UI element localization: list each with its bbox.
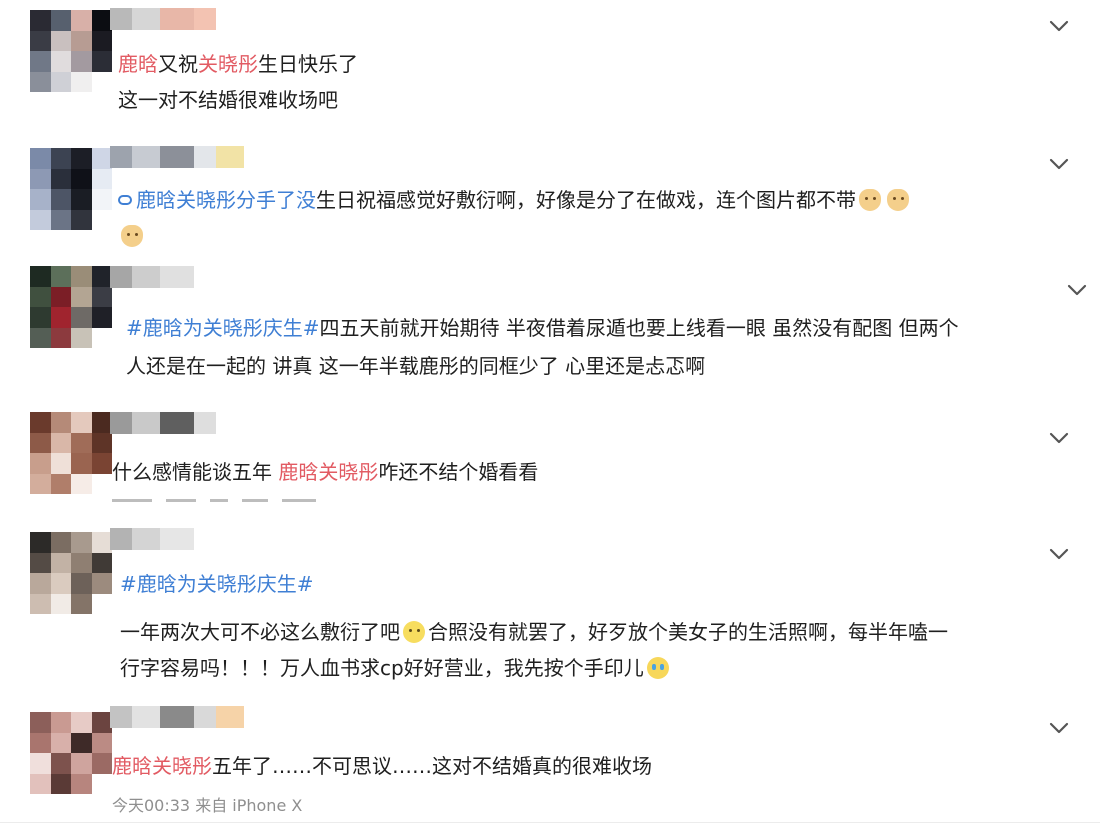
chevron-down-icon[interactable] — [1048, 156, 1070, 170]
comment-text-line: #鹿晗为关晓彤庆生# — [120, 566, 314, 602]
comment-card: #鹿晗为关晓彤庆生#四五天前就开始期待 半夜借着尿遁也要上线看一眼 虽然没有配图… — [0, 254, 1100, 397]
comment-text-line: #鹿晗为关晓彤庆生#四五天前就开始期待 半夜借着尿遁也要上线看一眼 虽然没有配图… — [126, 310, 959, 346]
username-blurred[interactable] — [110, 8, 216, 30]
avatar[interactable] — [30, 532, 112, 614]
topic-link[interactable]: 鹿晗关晓彤分手了没 — [136, 188, 316, 212]
cat-face-emoji — [887, 189, 909, 211]
avatar[interactable] — [30, 712, 112, 794]
comment-text: 生日祝福感觉好敷衍啊，好像是分了在做戏，连个图片都不带 — [316, 188, 856, 212]
cat-face-emoji — [859, 189, 881, 211]
keyword-highlight[interactable]: 鹿晗 — [118, 52, 158, 76]
keyword-highlight[interactable]: 鹿晗关晓彤 — [278, 460, 378, 484]
username-blurred[interactable] — [110, 706, 244, 728]
avatar[interactable] — [30, 10, 112, 92]
avatar[interactable] — [30, 266, 112, 348]
hashtag-link[interactable]: #鹿晗为关晓彤庆生# — [126, 316, 320, 340]
comment-card: 鹿晗关晓彤分手了没生日祝福感觉好敷衍啊，好像是分了在做戏，连个图片都不带 — [0, 128, 1100, 255]
comment-text-line — [118, 218, 146, 254]
comment-text: 合照没有就罢了，好歹放个美女子的生活照啊，每半年嗑一 — [428, 620, 948, 644]
link-icon — [118, 195, 132, 205]
username-blurred[interactable] — [110, 528, 194, 550]
comment-text-line: 这一对不结婚很难收场吧 — [118, 82, 338, 118]
chevron-down-icon[interactable] — [1048, 720, 1070, 734]
comment-text: 这一对不结婚很难收场吧 — [118, 88, 338, 112]
comment-text: 咋还不结个婚看看 — [378, 460, 539, 484]
username-blurred[interactable] — [110, 412, 216, 434]
comment-text-line: 行字容易吗！！！万人血书求cp好好营业，我先按个手印儿 — [120, 650, 672, 686]
comment-text-line: 什么感情能谈五年 鹿晗关晓彤咋还不结个婚看看 — [112, 454, 538, 490]
keyword-highlight[interactable]: 关晓彤 — [198, 52, 258, 76]
avatar[interactable] — [30, 412, 112, 494]
hashtag-link[interactable]: #鹿晗为关晓彤庆生# — [120, 572, 314, 596]
comment-card: 鹿晗又祝关晓彤生日快乐了这一对不结婚很难收场吧 — [0, 0, 1100, 129]
comment-text: 生日快乐了 — [258, 52, 358, 76]
username-blurred[interactable] — [110, 146, 244, 168]
cut-off-text-line — [112, 495, 316, 505]
comment-text: 人还是在一起的 讲真 这一年半载鹿彤的同框少了 心里还是忐忑啊 — [126, 354, 706, 378]
comment-text: 五年了……不可思议……这对不结婚真的很难收场 — [212, 754, 652, 778]
comment-feed: 鹿晗又祝关晓彤生日快乐了 这一对不结婚很难收场吧 鹿晗关晓彤分手了没生日祝福感觉好敷… — [0, 0, 1100, 823]
crying-face-emoji — [646, 657, 669, 679]
comment-text-line: 鹿晗关晓彤分手了没生日祝福感觉好敷衍啊，好像是分了在做戏，连个图片都不带 — [118, 182, 912, 218]
comment-text: 一年两次大可不必这么敷衍了吧 — [120, 620, 400, 644]
avatar[interactable] — [30, 148, 112, 230]
comment-meta: 今天00:33 来自 iPhone X — [112, 796, 303, 815]
comment-text-line: 鹿晗关晓彤五年了……不可思议……这对不结婚真的很难收场 — [112, 748, 652, 784]
chevron-down-icon[interactable] — [1066, 282, 1088, 296]
comment-card: 鹿晗关晓彤五年了……不可思议……这对不结婚真的很难收场今天00:33 来自 iP… — [0, 698, 1100, 823]
username-blurred[interactable] — [110, 266, 194, 288]
comment-text-line: 一年两次大可不必这么敷衍了吧 合照没有就罢了，好歹放个美女子的生活照啊，每半年嗑一 — [120, 614, 948, 650]
comment-text-line: 人还是在一起的 讲真 这一年半载鹿彤的同框少了 心里还是忐忑啊 — [126, 348, 705, 384]
keyword-highlight[interactable]: 鹿晗关晓彤 — [112, 754, 212, 778]
comment-text: 行字容易吗！！！万人血书求cp好好营业，我先按个手印儿 — [120, 656, 644, 680]
comment-text: 什么感情能谈五年 — [112, 460, 279, 484]
chevron-down-icon[interactable] — [1048, 430, 1070, 444]
comment-text-line: 鹿晗又祝关晓彤生日快乐了 — [118, 46, 358, 82]
chevron-down-icon[interactable] — [1048, 546, 1070, 560]
comment-card: 什么感情能谈五年 鹿晗关晓彤咋还不结个婚看看 — [0, 396, 1100, 509]
comment-text: 又祝 — [158, 52, 198, 76]
comment-card: #鹿晗为关晓彤庆生# 一年两次大可不必这么敷衍了吧 合照没有就罢了，好歹放个美女子的… — [0, 508, 1100, 699]
chevron-down-icon[interactable] — [1048, 18, 1070, 32]
comment-text: 四五天前就开始期待 半夜借着尿遁也要上线看一眼 虽然没有配图 但两个 — [319, 316, 959, 340]
cat-face-emoji — [121, 225, 143, 247]
weary-face-emoji — [403, 621, 425, 643]
